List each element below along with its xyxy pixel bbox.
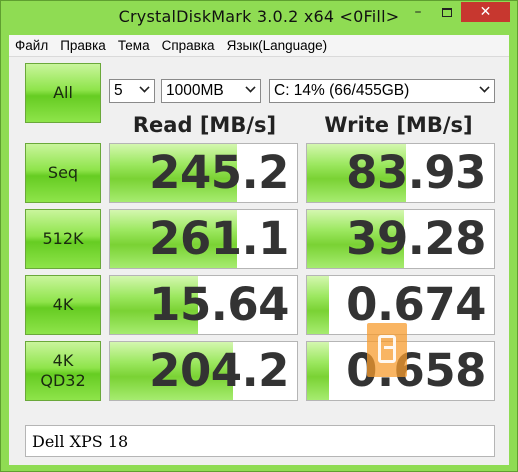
chevron-down-icon (139, 82, 150, 93)
title-bar[interactable]: CrystalDiskMark 3.0.2 x64 <0Fill> – ✕ (1, 1, 517, 35)
4k-write-bar (307, 276, 330, 334)
maximize-button[interactable] (433, 2, 461, 22)
chevron-down-icon (479, 82, 490, 93)
comment-text: Dell XPS 18 (32, 431, 129, 451)
drive-value: C: 14% (66/455GB) (274, 82, 410, 99)
seq-write-value: 83.93 (346, 146, 486, 199)
menu-help[interactable]: Справка (156, 38, 221, 53)
minimize-button[interactable]: – (403, 2, 433, 22)
menu-bar: Файл Правка Тема Справка Язык(Language) (9, 35, 509, 57)
maximize-icon (442, 7, 452, 17)
seq-write-result: 83.93 (306, 143, 495, 203)
seq-read-value: 245.2 (149, 146, 289, 199)
test-size-value: 1000MB (166, 82, 224, 99)
test-count-select[interactable]: 5 (109, 79, 155, 103)
menu-file[interactable]: Файл (9, 38, 54, 53)
run-all-button[interactable]: All (25, 63, 101, 123)
seq-test-button[interactable]: Seq (25, 143, 101, 203)
run-all-label: All (53, 83, 73, 102)
watermark-icon (378, 335, 396, 363)
4k-test-button[interactable]: 4K (25, 275, 101, 335)
4k-qd32-test-label: 4K QD32 (40, 351, 86, 390)
chevron-down-icon (245, 82, 256, 93)
write-header: Write [MB/s] (324, 113, 473, 137)
comment-field[interactable]: Dell XPS 18 (25, 425, 495, 457)
512k-test-button[interactable]: 512K (25, 209, 101, 269)
512k-test-label: 512K (42, 229, 84, 248)
watermark-logo (367, 323, 407, 377)
client-area: Файл Правка Тема Справка Язык(Language) … (9, 35, 509, 465)
4k-qd32-test-button[interactable]: 4K QD32 (25, 341, 101, 401)
close-button[interactable]: ✕ (461, 2, 510, 22)
4k-read-result: 15.64 (109, 275, 298, 335)
4k-qd32-read-result: 204.2 (109, 341, 298, 401)
menu-edit[interactable]: Правка (54, 38, 112, 53)
close-icon: ✕ (479, 4, 492, 20)
512k-read-result: 261.1 (109, 209, 298, 269)
4k-qd32-write-bar (307, 342, 330, 400)
4k-qd32-read-value: 204.2 (149, 344, 289, 397)
512k-write-result: 39.28 (306, 209, 495, 269)
menu-language[interactable]: Язык(Language) (221, 38, 334, 53)
512k-read-value: 261.1 (149, 212, 289, 265)
drive-select[interactable]: C: 14% (66/455GB) (269, 79, 495, 103)
512k-write-value: 39.28 (346, 212, 486, 265)
menu-theme[interactable]: Тема (112, 38, 156, 53)
minimize-icon: – (414, 4, 422, 20)
benchmark-panel: All 5 1000MB C: 14% (66/455GB) Read [MB/… (9, 57, 509, 465)
4k-test-label: 4K (52, 295, 74, 314)
test-count-value: 5 (114, 82, 123, 99)
test-size-select[interactable]: 1000MB (161, 79, 261, 103)
4k-read-value: 15.64 (149, 278, 289, 331)
app-window: CrystalDiskMark 3.0.2 x64 <0Fill> – ✕ Фа… (0, 0, 518, 472)
seq-read-result: 245.2 (109, 143, 298, 203)
read-header: Read [MB/s] (132, 113, 277, 137)
seq-test-label: Seq (47, 163, 79, 182)
